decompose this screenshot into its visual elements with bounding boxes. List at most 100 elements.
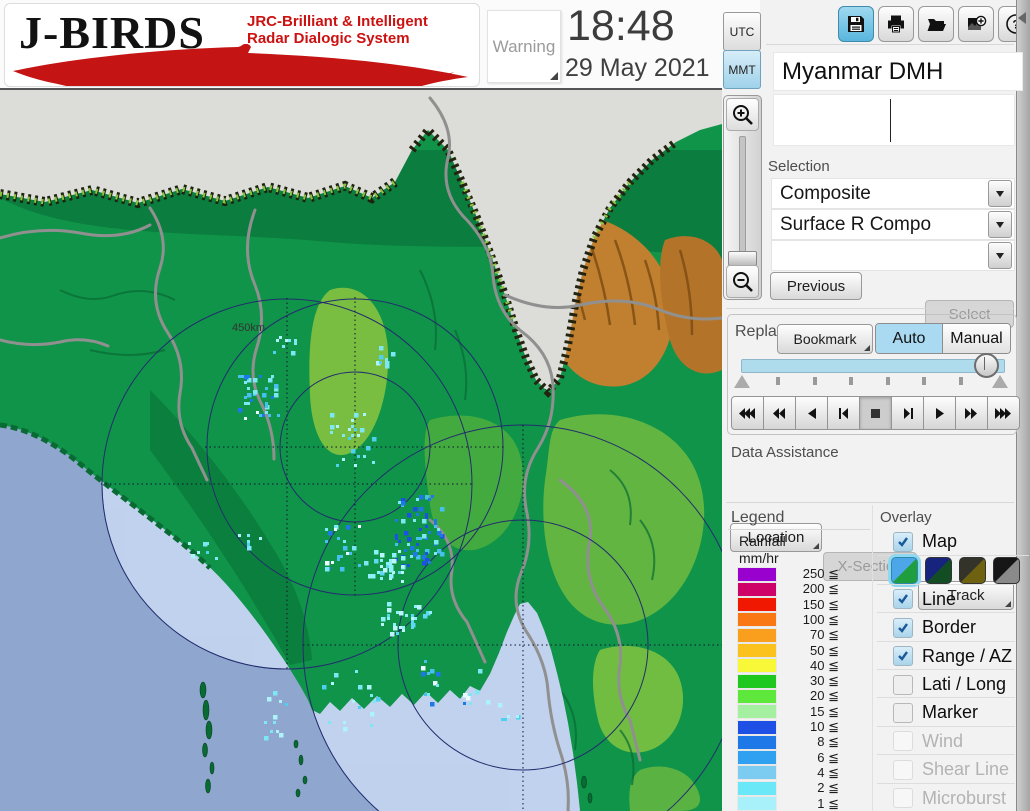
checkbox-line[interactable] [893, 589, 913, 610]
slider-start-marker[interactable] [734, 375, 750, 388]
zoom-in-icon [732, 104, 753, 125]
playback-controls [731, 396, 1020, 430]
overlay-label: Lati / Long [922, 674, 1007, 694]
print-button[interactable] [878, 6, 914, 42]
checkbox-map[interactable] [893, 531, 913, 552]
legend-threshold-label: 15 ≦ [810, 703, 839, 719]
legend-entry: 6 ≦ [737, 750, 839, 766]
utc-button[interactable]: UTC [723, 12, 761, 51]
fast-rewind-3-button[interactable] [731, 396, 764, 430]
dropdown-value: Surface R Compo [780, 213, 932, 235]
overlay-label: Shear Line [922, 759, 1010, 780]
legend-color-swatch [737, 719, 777, 735]
radar-map[interactable]: 450km [0, 88, 744, 811]
legend-entry: 200 ≦ [737, 581, 839, 597]
product-type-dropdown[interactable]: Surface R Compo [771, 209, 1015, 240]
checkbox-marker[interactable] [893, 702, 913, 723]
divider [728, 529, 870, 530]
legend-threshold-label: 150 ≦ [802, 596, 839, 612]
slider-tick [922, 377, 927, 385]
overlay-row-border: Border [877, 612, 1015, 642]
checkbox-lati-long[interactable] [893, 674, 913, 695]
mmt-button[interactable]: MMT [723, 50, 761, 89]
overlay-title: Overlay [880, 509, 932, 526]
play-icon [935, 407, 944, 419]
legend-threshold-label: 8 ≦ [817, 734, 839, 750]
checkbox-border[interactable] [893, 617, 913, 638]
legend-color-swatch [737, 627, 777, 643]
overlay-row-shear-line: Shear Line [877, 754, 1015, 784]
map-style-swatch-1[interactable] [891, 557, 918, 585]
overlay-label: Map [922, 531, 958, 551]
slider-end-marker[interactable] [992, 375, 1008, 388]
legend-color-swatch [737, 765, 777, 781]
bookmark-label: Bookmark [793, 331, 857, 347]
legend-entry: 250 ≦ [737, 566, 839, 582]
product-option-dropdown[interactable] [771, 240, 1015, 271]
fast-forward-icon [964, 407, 977, 419]
check-icon [898, 594, 908, 605]
chevron-down-icon [996, 191, 1004, 201]
warning-button[interactable]: Warning [487, 10, 561, 83]
fast-rewind-button[interactable] [763, 396, 796, 430]
dropdown-button[interactable] [988, 180, 1012, 207]
previous-button[interactable]: Previous [770, 272, 862, 300]
auto-mode-button[interactable]: Auto [876, 324, 943, 353]
replay-slider-track[interactable] [741, 359, 1005, 373]
legend-color-swatch [737, 643, 777, 658]
checkbox-range-az[interactable] [893, 646, 913, 667]
fast-forward-3-button[interactable] [987, 396, 1020, 430]
step-back-icon [838, 407, 848, 419]
map-style-swatch-2[interactable] [925, 557, 952, 585]
legend-color-swatch [737, 688, 777, 704]
play-button[interactable] [923, 396, 956, 430]
fast-forward-button[interactable] [955, 396, 988, 430]
checkbox-wind [893, 731, 913, 752]
data-assistance-label: Data Assistance [731, 444, 839, 461]
folder-icon [927, 19, 946, 31]
legend-color-swatch [737, 597, 777, 613]
dropdown-button[interactable] [988, 242, 1012, 269]
legend-threshold-label: 4 ≦ [817, 764, 839, 780]
step-back-button[interactable] [827, 396, 860, 430]
legend-color-swatch [737, 796, 777, 811]
collapse-panel-icon[interactable] [1018, 12, 1026, 24]
manual-mode-button[interactable]: Manual [943, 324, 1010, 353]
zoom-slider-thumb[interactable] [728, 251, 757, 266]
zoom-out-icon [732, 271, 753, 292]
clock-time: 18:48 [567, 2, 675, 50]
bookmark-button[interactable]: Bookmark [777, 324, 873, 354]
legend-threshold-label: 30 ≦ [810, 673, 839, 689]
zoom-slider-track[interactable] [739, 136, 746, 260]
logo-tagline: JRC-Brilliant & Intelligent Radar Dialog… [247, 13, 428, 47]
stop-button[interactable] [859, 396, 892, 430]
status-field[interactable] [773, 94, 1015, 146]
overlay-label: Wind [922, 730, 964, 751]
legend-entry: 4 ≦ [737, 765, 839, 781]
legend-threshold-label: 50 ≦ [810, 642, 839, 658]
overlay-list: Map Line Border Range / AZ Lati / Long Marker… [877, 527, 1029, 811]
save-button[interactable] [838, 6, 874, 42]
checkbox-microburst [893, 788, 913, 809]
legend-threshold-label: 200 ≦ [802, 581, 839, 597]
check-icon [898, 622, 908, 633]
overlay-label: Microburst [922, 787, 1007, 808]
step-forward-icon [903, 407, 913, 419]
product-category-dropdown[interactable]: Composite [771, 178, 1015, 209]
legend-entry: 1 ≦ [737, 796, 839, 811]
map-style-swatch-3[interactable] [959, 557, 986, 585]
overlay-row-lati-long: Lati / Long [877, 669, 1015, 699]
legend-entry: 30 ≦ [737, 673, 839, 689]
dropdown-button[interactable] [988, 211, 1012, 238]
open-folder-button[interactable] [918, 6, 954, 42]
export-image-button[interactable] [958, 6, 994, 42]
legend-color-swatch [737, 673, 777, 689]
legend-unit-1: Rainfall [739, 533, 786, 549]
zoom-out-button[interactable] [726, 265, 759, 298]
zoom-in-button[interactable] [726, 98, 759, 131]
map-style-swatch-4[interactable] [993, 557, 1020, 585]
floppy-icon [848, 16, 864, 32]
play-reverse-button[interactable] [795, 396, 828, 430]
step-forward-button[interactable] [891, 396, 924, 430]
overlay-row-microburst: Microburst [877, 782, 1015, 811]
